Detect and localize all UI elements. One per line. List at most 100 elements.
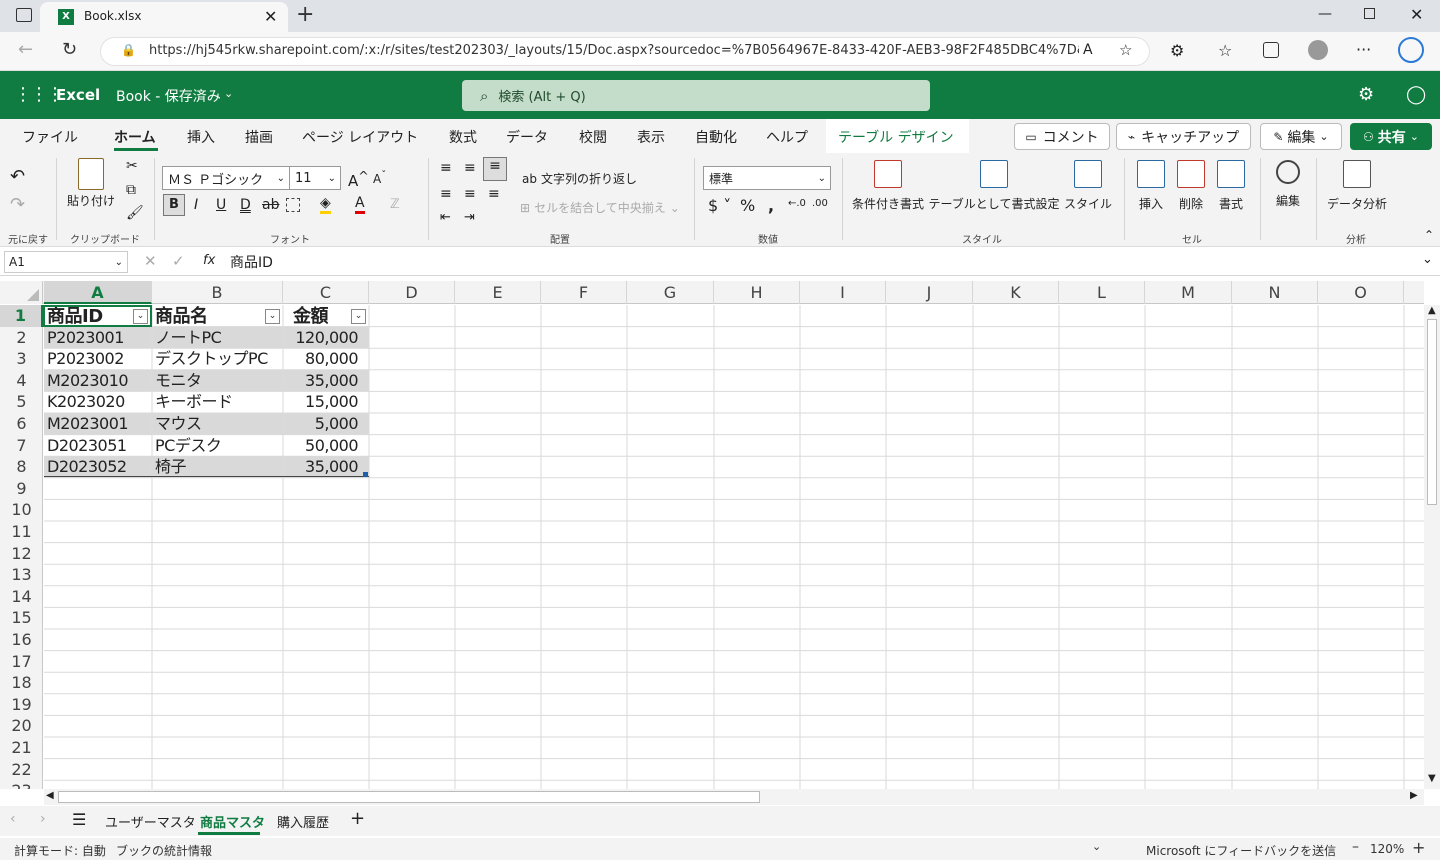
tab-review[interactable]: 校閲 (579, 127, 607, 147)
close-window-icon[interactable]: ✕ (1410, 5, 1423, 24)
strikethrough-icon[interactable]: ab (262, 197, 279, 213)
name-box[interactable]: A1 ⌄ (4, 251, 128, 273)
read-aloud-icon[interactable]: A (1083, 42, 1093, 58)
wrap-text-button[interactable]: ab 文字列の折り返し (522, 170, 637, 187)
column-header-i[interactable]: I (800, 281, 886, 304)
column-header-g[interactable]: G (627, 281, 714, 304)
header-cell-price[interactable]: 金額 (293, 306, 328, 327)
vertical-scrollbar[interactable]: ▲ ▼ (1424, 305, 1440, 789)
account-icon[interactable]: ◯ (1406, 84, 1426, 105)
fill-color-icon[interactable]: ◈ (320, 195, 331, 214)
font-size-select[interactable]: 11 ⌄ (289, 166, 341, 190)
tab-formulas[interactable]: 数式 (449, 127, 477, 147)
column-header-c[interactable]: C (283, 281, 369, 304)
percent-icon[interactable]: % (740, 196, 755, 215)
format-cells-button[interactable]: 書式 (1212, 160, 1250, 212)
scroll-up-icon[interactable]: ▲ (1428, 305, 1436, 316)
workbook-stats[interactable]: ブックの統計情報 (116, 842, 212, 859)
favorites-icon[interactable]: ☆ (1218, 41, 1232, 60)
font-color-icon[interactable]: A (355, 195, 365, 214)
row-header-8[interactable]: 8 (0, 456, 43, 478)
feedback-link[interactable]: Microsoft にフィードバックを送信 (1146, 842, 1336, 859)
column-header-h[interactable]: H (714, 281, 800, 304)
double-underline-icon[interactable]: D (240, 197, 251, 213)
chevron-down-icon[interactable]: ⌄ (224, 87, 233, 100)
row-header-14[interactable]: 14 (0, 586, 43, 608)
refresh-icon[interactable]: ↻ (62, 39, 77, 60)
filter-dropdown-icon[interactable]: ⌄ (351, 309, 366, 324)
horizontal-scroll-thumb[interactable] (58, 791, 760, 803)
bold-icon[interactable]: B (163, 194, 185, 216)
cell-price[interactable]: 50,000 (284, 435, 358, 456)
tab-table-design[interactable]: テーブル デザイン (838, 127, 954, 147)
tab-actions-icon[interactable] (16, 8, 32, 22)
column-header-m[interactable]: M (1145, 281, 1232, 304)
increase-font-icon[interactable]: A^ (348, 168, 369, 190)
paste-button[interactable]: 貼り付け (64, 158, 118, 209)
cell-product-name[interactable]: 椅子 (155, 456, 186, 477)
row-header-9[interactable]: 9 (0, 478, 43, 500)
tab-page-layout[interactable]: ページ レイアウト (302, 127, 418, 147)
decrease-font-icon[interactable]: Aˇ (373, 170, 386, 186)
new-tab-icon[interactable]: + (296, 2, 314, 27)
comment-button[interactable]: ▭ コメント (1014, 123, 1110, 150)
italic-icon[interactable]: I (194, 197, 198, 213)
row-header-6[interactable]: 6 (0, 413, 43, 435)
merge-center-button[interactable]: ⊞ セルを結合して中央揃え ⌄ (520, 199, 680, 216)
scroll-left-icon[interactable]: ◀ (46, 790, 54, 801)
row-header-15[interactable]: 15 (0, 607, 43, 629)
clear-format-icon[interactable]: ℤ (390, 197, 400, 212)
minimize-icon[interactable]: — (1318, 6, 1332, 22)
profile-avatar[interactable] (1308, 40, 1328, 60)
row-header-13[interactable]: 13 (0, 564, 43, 586)
copy-icon[interactable]: ⧉ (126, 182, 136, 198)
tab-data[interactable]: データ (506, 127, 548, 147)
all-sheets-icon[interactable]: ☰ (72, 810, 86, 829)
tab-file[interactable]: ファイル (22, 127, 78, 147)
underline-icon[interactable]: U (216, 197, 226, 213)
zoom-level[interactable]: 120% (1370, 842, 1404, 856)
cell-product-id[interactable]: D2023051 (47, 435, 127, 456)
select-all-corner[interactable] (0, 281, 43, 304)
add-sheet-icon[interactable]: + (350, 808, 365, 829)
enter-icon[interactable]: ✓ (172, 252, 185, 270)
vertical-scroll-thumb[interactable] (1427, 319, 1437, 505)
browser-tab[interactable]: X Book.xlsx ✕ (40, 2, 288, 32)
cell-product-id[interactable]: M2023010 (47, 370, 128, 391)
address-bar[interactable]: 🔒 https://hj545rkw.sharepoint.com/:x:/r/… (100, 37, 1150, 66)
cell-product-name[interactable]: ノートPC (155, 327, 221, 348)
column-header-n[interactable]: N (1232, 281, 1318, 304)
cell-product-name[interactable]: デスクトップPC (155, 348, 268, 369)
align-center-icon[interactable]: ≡ (464, 186, 476, 202)
cell-price[interactable]: 80,000 (284, 348, 358, 369)
insert-function-icon[interactable]: fx (203, 253, 215, 268)
increase-decimal-icon[interactable]: ←.0 (788, 198, 806, 209)
row-header-21[interactable]: 21 (0, 737, 43, 759)
column-header-l[interactable]: L (1059, 281, 1145, 304)
catchup-button[interactable]: ⌁ キャッチアップ (1116, 123, 1251, 150)
align-bottom-icon[interactable]: ≡ (483, 157, 507, 181)
redo-icon[interactable]: ↷ (10, 194, 25, 215)
close-tab-icon[interactable]: ✕ (264, 7, 277, 26)
chevron-down-icon[interactable]: ⌄ (1092, 840, 1101, 853)
row-header-7[interactable]: 7 (0, 435, 43, 457)
column-header-e[interactable]: E (455, 281, 541, 304)
insert-cells-button[interactable]: 挿入 (1132, 160, 1170, 212)
comma-icon[interactable]: , (768, 196, 774, 215)
align-middle-icon[interactable]: ≡ (464, 160, 476, 176)
number-format-select[interactable]: 標準 ⌄ (703, 166, 831, 190)
row-header-17[interactable]: 17 (0, 651, 43, 673)
row-header-16[interactable]: 16 (0, 629, 43, 651)
edit-mode-button[interactable]: ✎ 編集 ⌄ (1260, 123, 1342, 150)
back-icon[interactable]: ← (18, 39, 33, 60)
horizontal-scrollbar[interactable]: ◀ ▶ (44, 789, 1424, 805)
tab-help[interactable]: ヘルプ (766, 127, 808, 147)
bing-icon[interactable] (1398, 37, 1424, 63)
format-painter-icon[interactable]: 🖌 (126, 205, 144, 221)
currency-icon[interactable]: $ ˅ (708, 196, 731, 215)
app-name[interactable]: Excel (56, 86, 100, 104)
url-text[interactable]: https://hj545rkw.sharepoint.com/:x:/r/si… (149, 43, 1079, 58)
restore-icon[interactable] (1364, 8, 1375, 19)
prev-sheet-icon[interactable]: ‹ (10, 811, 16, 827)
cell-product-id[interactable]: K2023020 (47, 391, 125, 412)
